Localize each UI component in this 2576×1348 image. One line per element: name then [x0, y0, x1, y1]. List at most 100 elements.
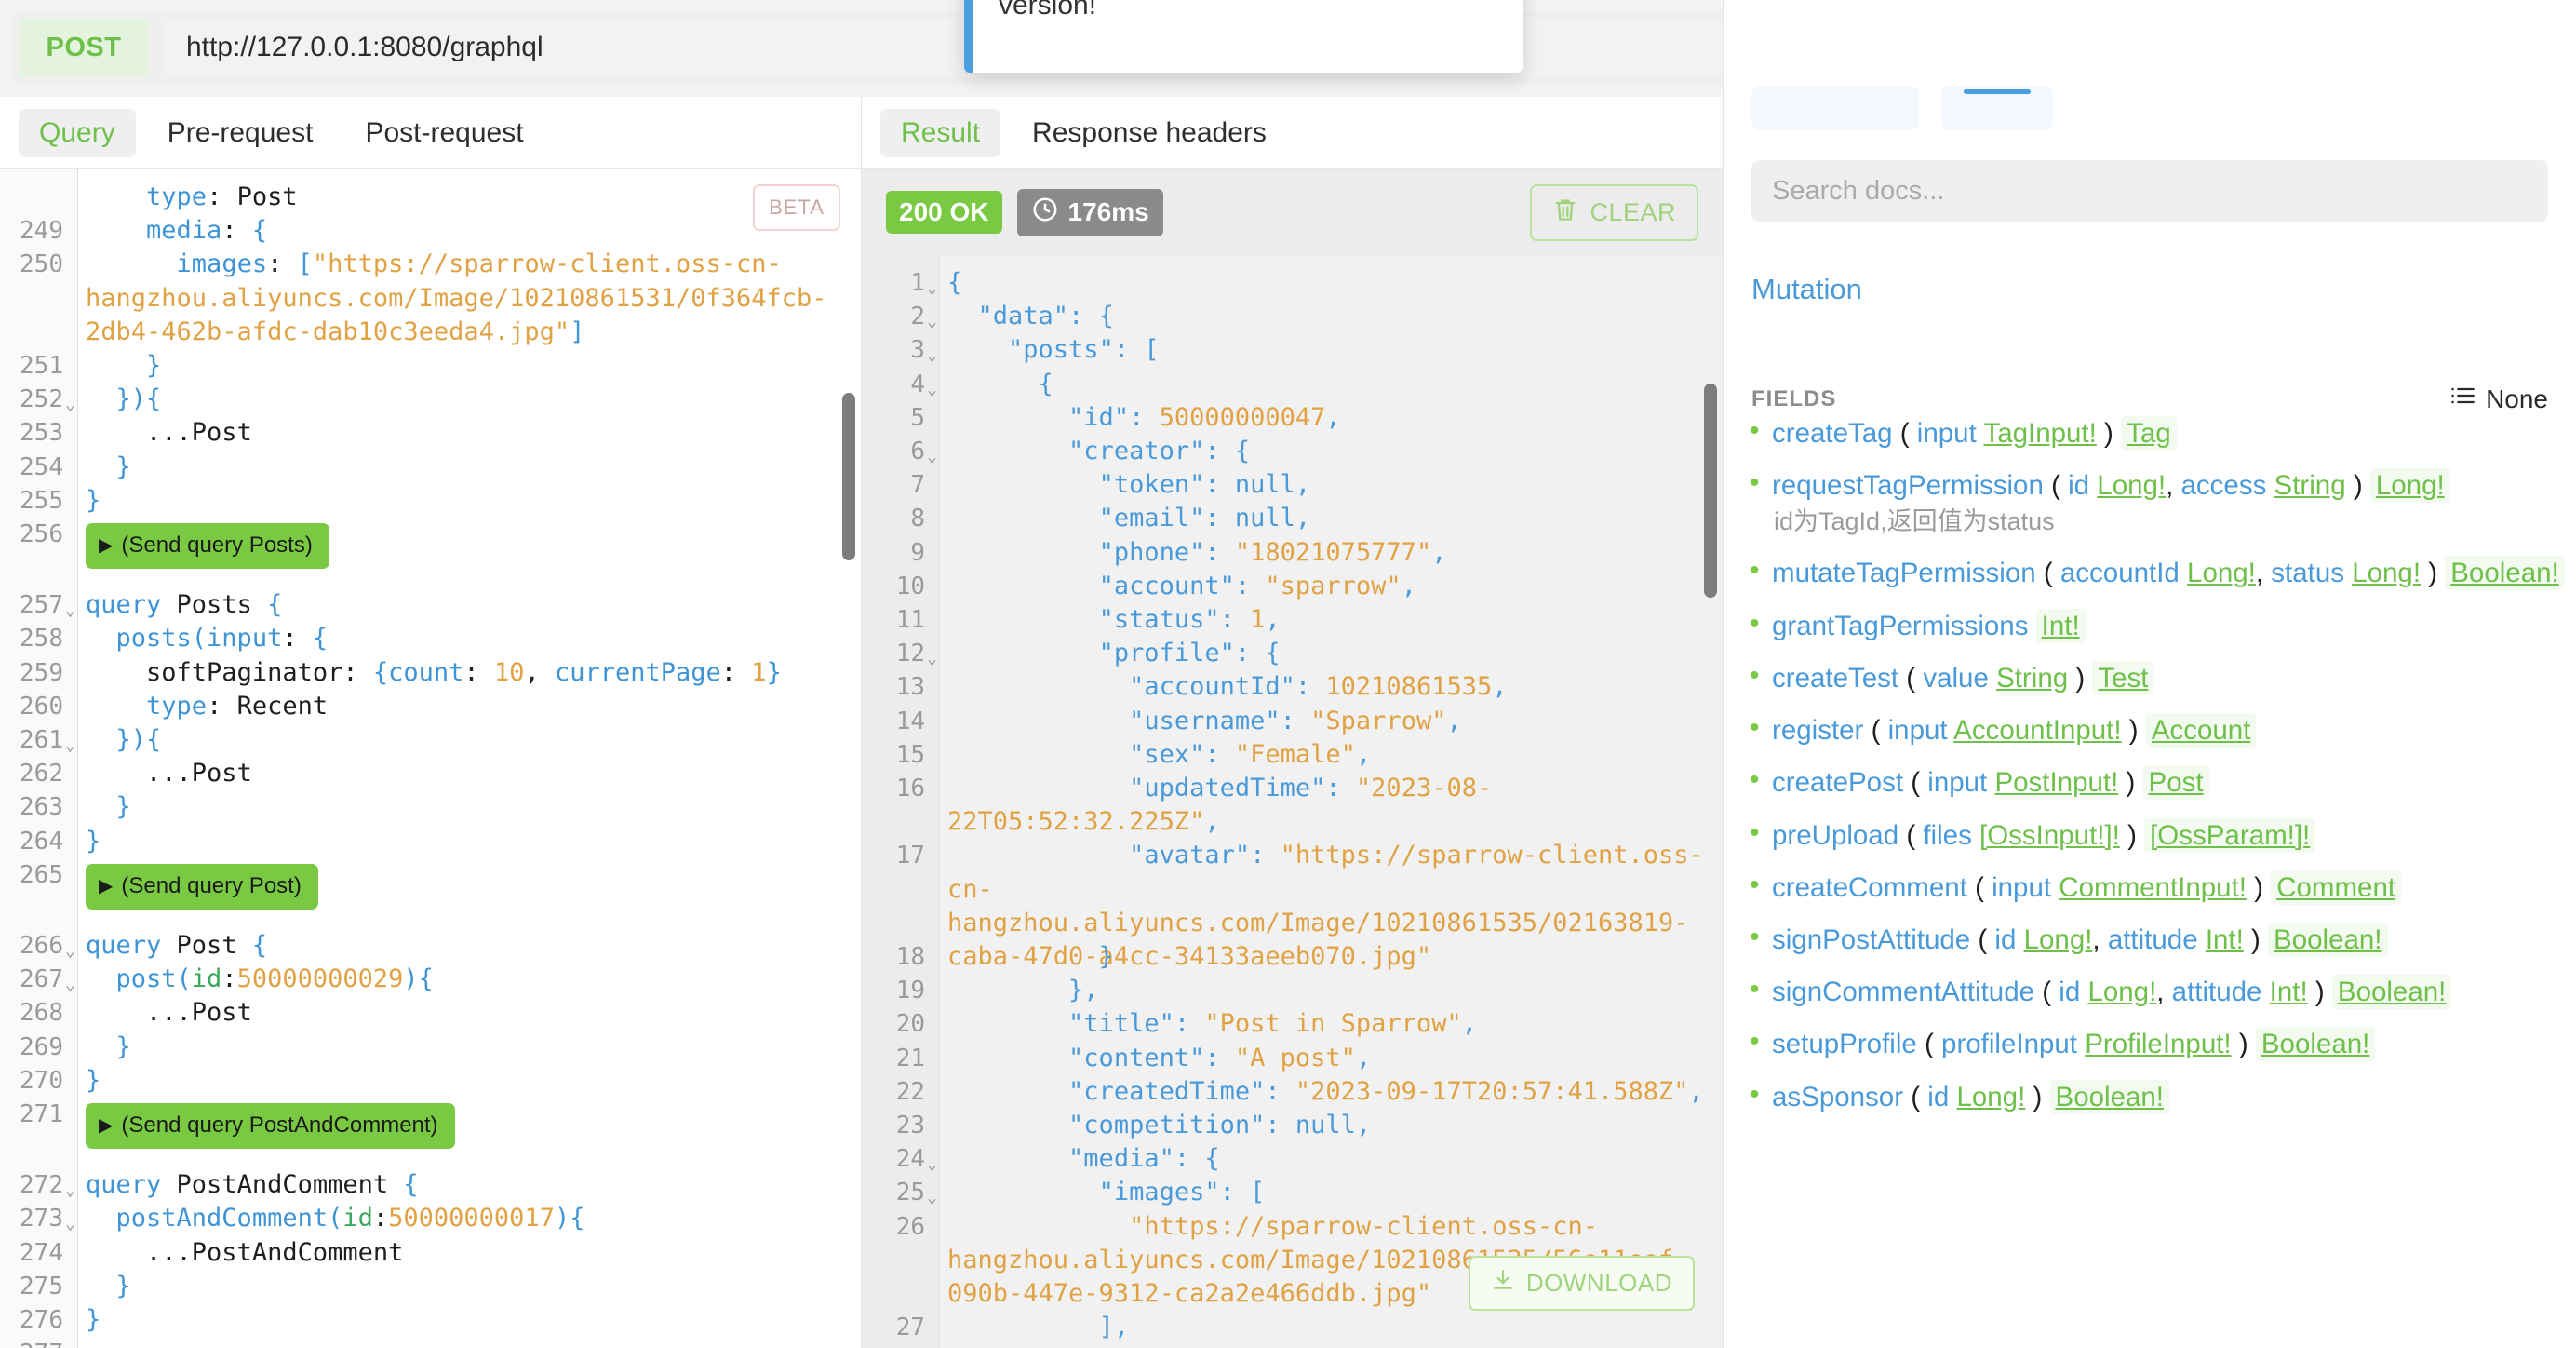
http-method-selector[interactable]: POST [19, 18, 149, 77]
docs-sort-toggle[interactable]: None [2449, 384, 2548, 414]
docs-field-signPostAttitude[interactable]: signPostAttitude ( id Long!, attitude In… [1746, 919, 2565, 958]
code-line[interactable]: "content": "A post", [947, 1042, 1710, 1075]
docs-field-grantTagPermissions[interactable]: grantTagPermissions Int! [1746, 605, 2565, 644]
code-line[interactable]: "posts": [ [947, 333, 1710, 367]
code-line[interactable]: } [86, 451, 848, 484]
docs-field-setupProfile[interactable]: setupProfile ( profileInput ProfileInput… [1746, 1023, 2565, 1062]
query-code[interactable]: type: Post 249 media: {250 images: ["http… [0, 169, 861, 1348]
code-line[interactable]: } [86, 1031, 848, 1064]
docs-field-name[interactable]: preUpload [1772, 820, 1898, 851]
code-line[interactable]: media: { [86, 214, 848, 248]
docs-field-return-type[interactable]: Test [2092, 660, 2154, 695]
docs-field-return-type[interactable]: Boolean! [2268, 923, 2388, 958]
fold-toggle-icon[interactable]: ⌄ [65, 935, 75, 968]
tab-response-headers[interactable]: Response headers [1012, 109, 1287, 157]
code-line[interactable]: } [86, 1064, 848, 1098]
code-line[interactable]: "title": "Post in Sparrow", [947, 1007, 1710, 1041]
code-line[interactable]: "voice": null, [947, 1344, 1710, 1348]
fold-toggle-icon[interactable]: ⌄ [927, 642, 937, 676]
docs-field-name[interactable]: createPost [1772, 767, 1903, 798]
docs-root-type-link[interactable]: Mutation [1751, 273, 1862, 306]
update-toast[interactable]: Click here to download the latest versio… [964, 0, 1523, 73]
code-line[interactable]: "status": 1, [947, 603, 1710, 637]
run-query-button[interactable]: ▶ (Send query PostAndComment) [86, 1103, 455, 1150]
docs-field-name[interactable]: createComment [1772, 872, 1967, 903]
code-line[interactable]: type: Post [86, 181, 848, 214]
code-line[interactable]: "competition": null, [947, 1109, 1710, 1142]
docs-field-register[interactable]: register ( input AccountInput! ) Account [1746, 709, 2565, 748]
fold-toggle-icon[interactable]: ⌄ [927, 339, 937, 372]
code-line[interactable]: softPaginator: {count: 10, currentPage: … [86, 656, 848, 690]
docs-field-return-type[interactable]: Boolean! [2049, 1079, 2169, 1114]
code-line[interactable]: } [947, 940, 1710, 974]
code-line[interactable]: }, [947, 974, 1710, 1007]
code-line[interactable]: "email": null, [947, 502, 1710, 535]
fold-toggle-icon[interactable]: ⌄ [65, 1174, 75, 1207]
code-line[interactable]: postAndComment(id:50000000017){ [86, 1202, 848, 1235]
code-line[interactable]: { [947, 266, 1710, 300]
query-scrollbar[interactable] [842, 393, 855, 560]
docs-field-signCommentAttitude[interactable]: signCommentAttitude ( id Long!, attitude… [1746, 971, 2565, 1010]
code-line[interactable]: }){ [86, 723, 848, 757]
result-json[interactable]: 1 ⌄{2 ⌄ "data": {3 ⌄ "posts": [4 ⌄ {5 "id": … [862, 255, 1723, 1348]
docs-field-return-type[interactable]: Post [2142, 765, 2209, 801]
code-line[interactable]: "id": 50000000047, [947, 401, 1710, 435]
docs-field-name[interactable]: createTest [1772, 663, 1898, 694]
code-line[interactable]: "data": { [947, 300, 1710, 333]
docs-field-return-type[interactable]: Tag [2121, 416, 2177, 451]
code-line[interactable]: "phone": "18021075777", [947, 536, 1710, 570]
result-pane[interactable]: 1 ⌄{2 ⌄ "data": {3 ⌄ "posts": [4 ⌄ {5 "id": … [862, 169, 1723, 1348]
docs-field-createTest[interactable]: createTest ( value String ) Test [1746, 657, 2565, 696]
tab-pre-request[interactable]: Pre-request [147, 109, 334, 157]
code-line[interactable]: query Post { [86, 929, 848, 963]
code-line[interactable]: ...Post [86, 416, 848, 450]
docs-field-createPost[interactable]: createPost ( input PostInput! ) Post [1746, 762, 2565, 801]
docs-field-return-type[interactable]: Comment [2271, 869, 2402, 905]
code-line[interactable]: images: ["https://sparrow-client.oss-cn-… [86, 248, 848, 349]
code-line[interactable]: "updatedTime": "2023-08-22T05:52:32.225Z… [947, 772, 1710, 839]
query-editor-pane[interactable]: type: Post 249 media: {250 images: ["http… [0, 169, 861, 1348]
docs-tab-prev[interactable] [1751, 86, 1919, 130]
code-line[interactable]: ...Post [86, 996, 848, 1030]
docs-field-return-type[interactable]: [OssParam!]! [2144, 817, 2316, 853]
docs-field-return-type[interactable]: Boolean! [2331, 975, 2452, 1010]
docs-field-name[interactable]: grantTagPermissions [1772, 611, 2028, 641]
fold-toggle-icon[interactable]: ⌄ [927, 1148, 937, 1181]
docs-field-name[interactable]: signPostAttitude [1772, 924, 1970, 955]
fold-toggle-icon[interactable]: ⌄ [927, 440, 937, 474]
code-line[interactable]: ...Post [86, 757, 848, 790]
code-line[interactable]: }){ [86, 383, 848, 416]
fold-toggle-icon[interactable]: ⌄ [65, 968, 75, 1002]
docs-field-createComment[interactable]: createComment ( input CommentInput! ) Co… [1746, 867, 2565, 906]
result-scrollbar[interactable] [1704, 384, 1717, 598]
code-line[interactable]: } [86, 484, 848, 518]
fold-toggle-icon[interactable]: ⌄ [927, 272, 937, 305]
tab-query[interactable]: Query [19, 108, 136, 157]
run-query-button[interactable]: ▶ (Send query Post) [86, 864, 318, 910]
code-line[interactable]: query Posts { [86, 588, 848, 622]
code-line[interactable]: } [86, 1270, 848, 1303]
fold-toggle-icon[interactable]: ⌄ [65, 594, 75, 627]
fold-toggle-icon[interactable]: ⌄ [927, 1181, 937, 1215]
code-line[interactable]: { [947, 368, 1710, 401]
fold-toggle-icon[interactable]: ⌄ [65, 388, 75, 422]
code-line[interactable]: "sex": "Female", [947, 738, 1710, 772]
code-line[interactable]: posts(input: { [86, 622, 848, 655]
fold-toggle-icon[interactable]: ⌄ [65, 729, 75, 762]
docs-tab-current[interactable] [1941, 86, 2053, 130]
docs-field-return-type[interactable]: Account [2145, 713, 2257, 748]
code-line[interactable]: query PostAndComment { [86, 1168, 848, 1202]
code-line[interactable]: "account": "sparrow", [947, 570, 1710, 603]
code-line[interactable]: "accountId": 10210861535, [947, 670, 1710, 704]
code-line[interactable]: "creator": { [947, 435, 1710, 468]
code-line[interactable]: } [86, 1303, 848, 1337]
code-line[interactable]: type: Recent [86, 690, 848, 723]
docs-field-asSponsor[interactable]: asSponsor ( id Long! ) Boolean! [1746, 1076, 2565, 1115]
download-response-button[interactable]: DOWNLOAD [1468, 1256, 1695, 1311]
clear-response-button[interactable]: CLEAR [1530, 183, 1698, 241]
docs-field-mutateTagPermission[interactable]: mutateTagPermission ( accountId Long!, s… [1746, 552, 2565, 591]
code-line[interactable]: ], [947, 1311, 1710, 1344]
docs-field-preUpload[interactable]: preUpload ( files [OssInput!]! ) [OssPar… [1746, 815, 2565, 854]
docs-field-requestTagPermission[interactable]: requestTagPermission ( id Long!, access … [1746, 465, 2565, 539]
code-line[interactable]: "media": { [947, 1142, 1710, 1176]
